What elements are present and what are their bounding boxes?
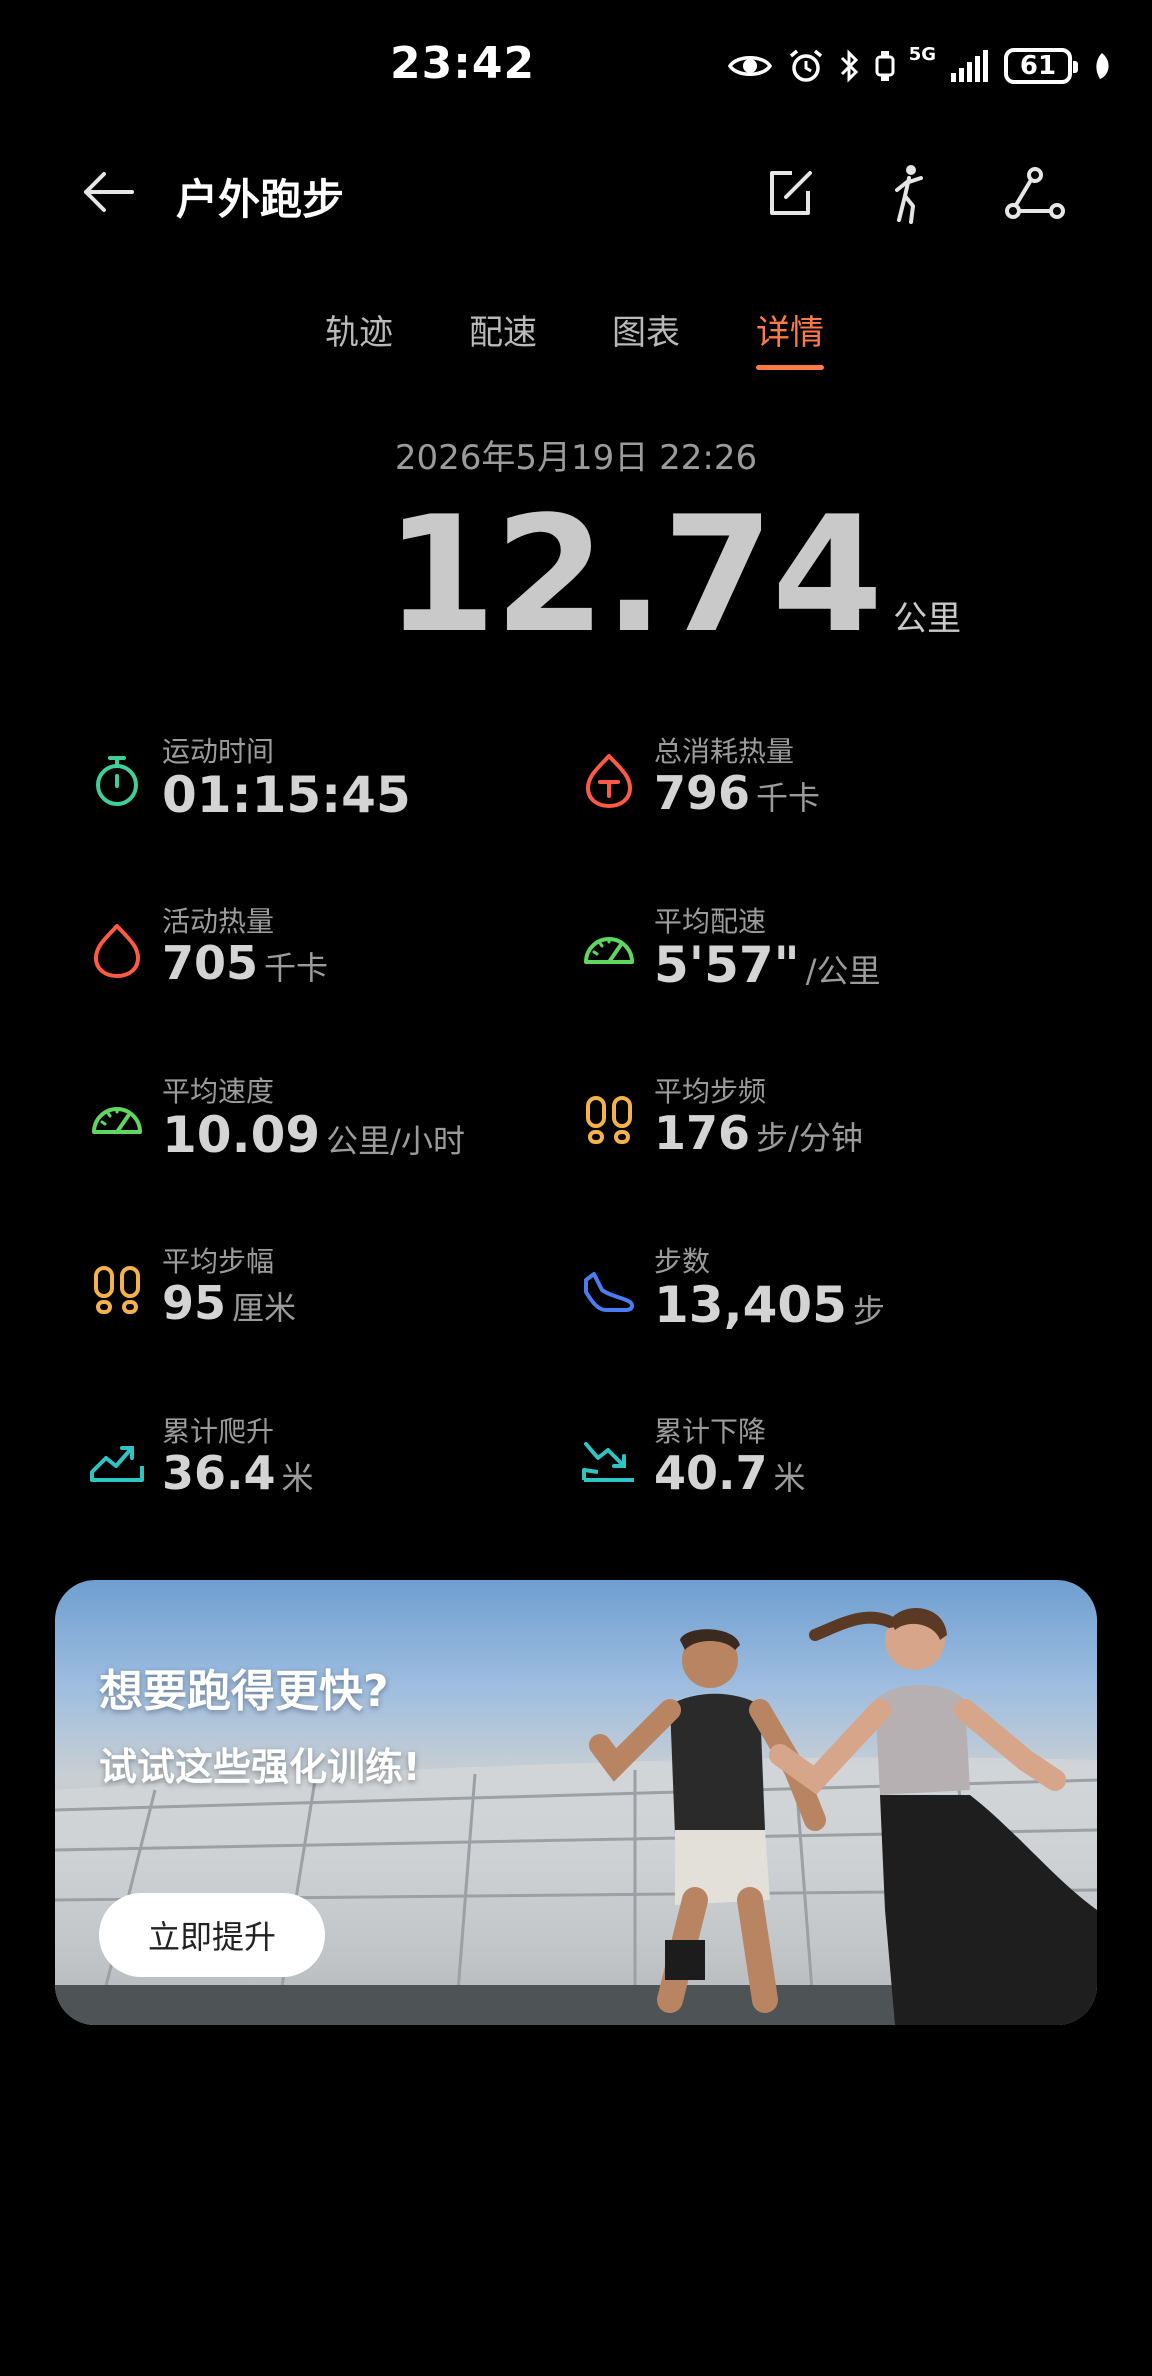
bluetooth-icon — [840, 49, 858, 83]
stat-label: 总消耗热量 — [654, 735, 795, 768]
battery-indicator: 61 — [1004, 48, 1078, 84]
status-icons: 5G 61 — [727, 42, 1112, 90]
share-button[interactable] — [1000, 158, 1070, 228]
battery-level: 61 — [1019, 51, 1057, 81]
stat-unit: 厘米 — [232, 1289, 297, 1327]
tab-pace[interactable]: 配速 — [469, 305, 537, 354]
page-title: 户外跑步 — [176, 175, 345, 224]
app-header: 户外跑步 — [0, 140, 1152, 240]
stat-elevation-gain: 累计爬升 36.4 米 — [88, 1410, 568, 1520]
training-promo-banner[interactable]: 想要跑得更快? 试试这些强化训练! 立即提升 — [55, 1580, 1097, 2025]
stat-unit: 步 — [852, 1292, 885, 1330]
tab-track[interactable]: 轨迹 — [325, 305, 393, 354]
stat-label: 平均配速 — [654, 905, 767, 938]
edit-button[interactable] — [755, 158, 825, 228]
distance-value: 12.74 — [385, 481, 883, 668]
stat-unit: 公里/小时 — [326, 1122, 465, 1160]
stat-steps: 步数 13,405 步 — [580, 1240, 1060, 1350]
tab-active-indicator — [756, 365, 824, 370]
elevation-loss-icon — [582, 1442, 634, 1482]
stat-elevation-loss: 累计下降 40.7 米 — [580, 1410, 1060, 1520]
stat-value: 176 — [654, 1106, 751, 1160]
stat-label: 运动时间 — [162, 735, 275, 768]
speedometer-icon — [584, 937, 634, 964]
workout-datetime: 2026年5月19日 22:26 — [394, 438, 758, 478]
stat-label: 活动热量 — [162, 905, 275, 938]
runner-icon — [895, 165, 923, 224]
status-time: 23:42 — [390, 38, 536, 89]
stat-total-calories: 总消耗热量 796 千卡 — [580, 730, 1060, 840]
back-button[interactable] — [80, 162, 150, 222]
tab-details-label: 详情 — [756, 313, 824, 353]
stat-label: 平均速度 — [162, 1075, 275, 1108]
tab-chart[interactable]: 图表 — [612, 305, 680, 354]
footprints-icon — [586, 1096, 632, 1144]
stat-label: 步数 — [654, 1245, 711, 1278]
stat-avg-stride: 平均步幅 95 厘米 — [88, 1240, 568, 1350]
improve-now-button[interactable]: 立即提升 — [99, 1893, 325, 1977]
stat-unit: 千卡 — [756, 779, 821, 817]
tab-details[interactable]: 详情 — [756, 305, 824, 370]
stat-value: 36.4 — [162, 1446, 276, 1500]
stat-unit: /公里 — [805, 952, 881, 990]
flame-icon — [94, 924, 140, 978]
stopwatch-icon — [96, 756, 138, 806]
stat-label: 平均步频 — [654, 1075, 767, 1108]
stat-value: 40.7 — [654, 1446, 768, 1500]
share-icon — [1005, 167, 1065, 219]
stat-unit: 米 — [281, 1459, 314, 1497]
stat-value: 705 — [162, 936, 259, 990]
stat-unit: 千卡 — [264, 949, 329, 987]
stat-value: 796 — [654, 766, 751, 820]
eye-icon — [727, 56, 772, 76]
network-type-label: 5G — [908, 44, 936, 65]
edit-icon — [770, 171, 812, 215]
stat-value: 13,405 — [654, 1276, 847, 1334]
calorie-total-icon — [586, 754, 632, 808]
speed-gauge-icon — [92, 1107, 142, 1134]
stat-label: 平均步幅 — [162, 1245, 275, 1278]
signal-icon — [951, 50, 988, 82]
distance-summary: 12.74 公里 — [385, 495, 961, 655]
stat-duration: 运动时间 01:15:45 — [88, 730, 568, 840]
leaf-icon — [1096, 53, 1109, 79]
stat-unit: 步/分钟 — [756, 1119, 863, 1157]
promo-subtitle: 试试这些强化训练! — [99, 1745, 421, 1789]
status-bar: 23:42 5G 61 — [0, 0, 1152, 120]
running-form-button[interactable] — [875, 158, 945, 228]
stat-value: 01:15:45 — [162, 766, 411, 824]
shoe-icon — [584, 1272, 635, 1312]
stat-avg-cadence: 平均步频 176 步/分钟 — [580, 1070, 1060, 1180]
stat-value: 95 — [162, 1276, 227, 1330]
stat-avg-pace: 平均配速 5'57"/公里 — [580, 900, 1060, 1010]
distance-unit: 公里 — [893, 599, 962, 639]
promo-title: 想要跑得更快? — [99, 1666, 389, 1717]
stat-unit: 米 — [773, 1459, 806, 1497]
stat-avg-speed: 平均速度 10.09 公里/小时 — [88, 1070, 568, 1180]
stat-label: 累计爬升 — [162, 1415, 275, 1448]
alarm-icon — [789, 49, 822, 82]
stat-label: 累计下降 — [654, 1415, 767, 1448]
back-arrow-icon — [84, 172, 134, 212]
footprints-icon — [94, 1266, 140, 1314]
tab-bar: 轨迹 配速 图表 详情 — [0, 305, 1152, 375]
stat-value: 10.09 — [162, 1106, 321, 1164]
stat-value: 5'57" — [654, 936, 800, 994]
stat-active-calories: 活动热量 705 千卡 — [88, 900, 568, 1010]
watch-icon — [875, 51, 895, 81]
runners-image — [589, 1608, 1097, 2025]
elevation-gain-icon — [90, 1446, 144, 1482]
